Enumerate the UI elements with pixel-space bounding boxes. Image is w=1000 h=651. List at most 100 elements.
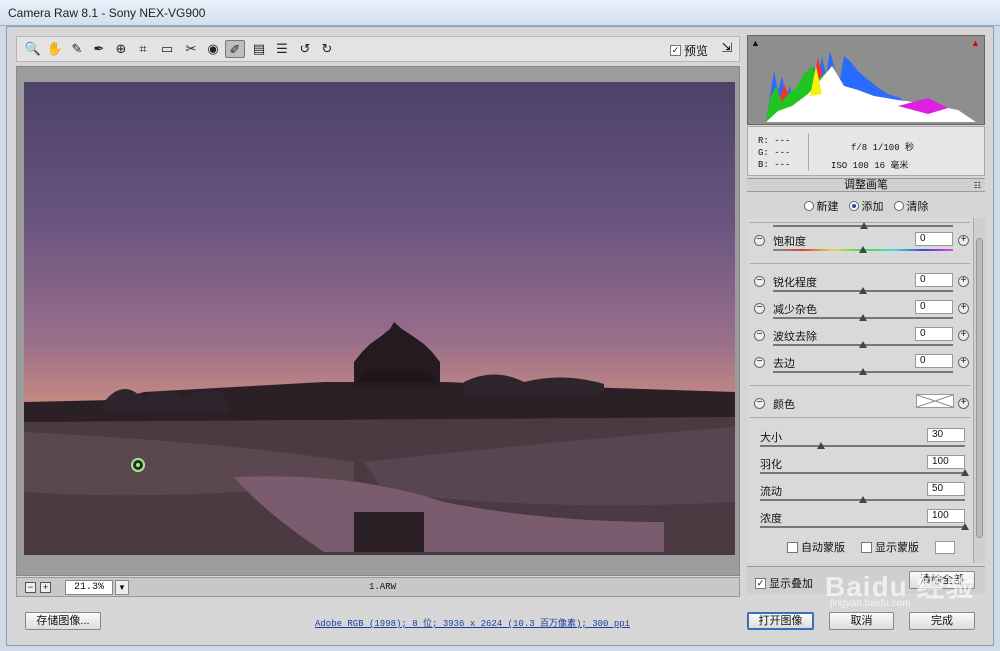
image-preview-panel[interactable] bbox=[16, 66, 740, 576]
open-image-button[interactable]: 打开图像 bbox=[747, 612, 814, 630]
noise-knob[interactable] bbox=[859, 314, 867, 321]
defringe-row: − 去边 0 + bbox=[752, 354, 970, 378]
defringe-minus-button[interactable]: − bbox=[754, 357, 765, 368]
hand-tool-icon[interactable]: ✋ bbox=[45, 40, 65, 58]
moire-plus-button[interactable]: + bbox=[958, 330, 969, 341]
graduated-filter-icon[interactable]: ▤ bbox=[249, 40, 269, 58]
sharpness-row: − 锐化程度 0 + bbox=[752, 273, 970, 297]
brush-size-value[interactable]: 30 bbox=[927, 428, 965, 442]
show-mask-toggle[interactable]: 显示蒙版 bbox=[861, 539, 919, 555]
feather-value[interactable]: 100 bbox=[927, 455, 965, 469]
density-knob[interactable] bbox=[961, 523, 969, 530]
noise-value[interactable]: 0 bbox=[915, 300, 953, 314]
flow-value[interactable]: 50 bbox=[927, 482, 965, 496]
defringe-plus-button[interactable]: + bbox=[958, 357, 969, 368]
zoom-tool-icon[interactable]: 🔍 bbox=[23, 40, 43, 58]
window-titlebar: Camera Raw 8.1 - Sony NEX-VG900 bbox=[0, 0, 1000, 26]
zoom-dropdown-icon[interactable]: ▼ bbox=[115, 580, 129, 595]
defringe-value[interactable]: 0 bbox=[915, 354, 953, 368]
zoom-in-button[interactable]: + bbox=[40, 582, 51, 593]
mode-erase[interactable]: 清除 bbox=[893, 196, 929, 216]
cancel-button[interactable]: 取消 bbox=[829, 612, 894, 630]
red-eye-icon[interactable]: ◉ bbox=[203, 40, 223, 58]
radial-filter-icon[interactable]: ☰ bbox=[272, 40, 292, 58]
color-swatch[interactable] bbox=[916, 394, 954, 408]
color-minus-button[interactable]: − bbox=[754, 398, 765, 409]
color-sampler-icon[interactable]: ✒ bbox=[89, 40, 109, 58]
auto-mask-checkbox[interactable] bbox=[787, 541, 798, 553]
saturation-value[interactable]: 0 bbox=[915, 232, 953, 246]
mode-new-radio[interactable] bbox=[803, 201, 814, 211]
saturation-label: 饱和度 bbox=[773, 236, 806, 248]
preview-checkbox[interactable]: ✓ bbox=[670, 45, 681, 56]
watermark-url: jingyan.baidu.com bbox=[830, 598, 911, 609]
density-value[interactable]: 100 bbox=[927, 509, 965, 523]
white-balance-icon[interactable]: ✎ bbox=[67, 40, 87, 58]
saturation-plus-button[interactable]: + bbox=[958, 235, 969, 246]
mask-color-swatch[interactable] bbox=[935, 540, 955, 554]
panel-menu-icon[interactable]: ☷ bbox=[974, 180, 981, 192]
sharpness-minus-button[interactable]: − bbox=[754, 276, 765, 287]
brush-size-knob[interactable] bbox=[817, 442, 825, 449]
crop-tool-icon[interactable]: ⌗ bbox=[133, 40, 153, 58]
feather-knob[interactable] bbox=[961, 469, 969, 476]
preview-toggle[interactable]: ✓ 预览 bbox=[670, 42, 708, 59]
exif-aperture-shutter: f/8 1/100 秒 bbox=[851, 143, 915, 153]
saturation-minus-button[interactable]: − bbox=[754, 235, 765, 246]
panel-scrollbar[interactable] bbox=[973, 218, 985, 563]
sharpness-knob[interactable] bbox=[859, 287, 867, 294]
divider bbox=[750, 263, 970, 264]
save-image-button[interactable]: 存储图像... bbox=[25, 612, 101, 630]
show-overlay-toggle[interactable]: ✓ 显示叠加 bbox=[755, 575, 813, 591]
sharpness-plus-button[interactable]: + bbox=[958, 276, 969, 287]
spot-removal-icon[interactable]: ✂ bbox=[181, 40, 201, 58]
adjustment-params: − 饱和度 0 + − 锐化程度 0 + − 减少杂色 0 + − 波纹去除 0… bbox=[747, 218, 985, 563]
adjustment-brush-icon[interactable]: ✐ bbox=[225, 40, 245, 58]
rotate-left-icon[interactable]: ↺ bbox=[295, 40, 315, 58]
moire-knob[interactable] bbox=[859, 341, 867, 348]
saturation-row: − 饱和度 0 + bbox=[752, 232, 970, 256]
zoom-out-button[interactable]: − bbox=[25, 582, 36, 593]
mode-add-radio[interactable] bbox=[848, 201, 859, 211]
divider bbox=[750, 417, 970, 418]
saturation-knob[interactable] bbox=[859, 246, 867, 253]
show-overlay-checkbox[interactable]: ✓ bbox=[755, 577, 766, 589]
defringe-label: 去边 bbox=[773, 358, 795, 370]
rotate-right-icon[interactable]: ↻ bbox=[317, 40, 337, 58]
noise-plus-button[interactable]: + bbox=[958, 303, 969, 314]
feather-track[interactable] bbox=[760, 472, 965, 474]
image-status-bar: − + 21.3% ▼ 1.ARW bbox=[16, 577, 740, 597]
shadow-clipping-icon[interactable]: ▲ bbox=[751, 38, 760, 48]
fullscreen-icon[interactable]: ⇲ bbox=[717, 40, 737, 58]
auto-mask-toggle[interactable]: 自动蒙版 bbox=[787, 539, 845, 555]
mask-options: 自动蒙版 显示蒙版 bbox=[787, 539, 955, 555]
scrollbar-thumb[interactable] bbox=[976, 238, 983, 538]
info-panel: R: --- G: --- B: --- f/8 1/100 秒 ISO 100… bbox=[747, 126, 985, 176]
done-button[interactable]: 完成 bbox=[909, 612, 975, 630]
workflow-options-link[interactable]: Adobe RGB (1998); 8 位; 3936 x 2624 (10.3… bbox=[315, 616, 630, 629]
density-row: 浓度 100 bbox=[752, 509, 970, 533]
mode-new[interactable]: 新建 bbox=[803, 196, 839, 216]
density-track[interactable] bbox=[760, 526, 965, 528]
target-adjust-icon[interactable]: ⊕ bbox=[111, 40, 131, 58]
moire-minus-button[interactable]: − bbox=[754, 330, 765, 341]
histogram bbox=[747, 35, 985, 125]
noise-minus-button[interactable]: − bbox=[754, 303, 765, 314]
info-g: G: --- bbox=[758, 148, 791, 158]
moire-value[interactable]: 0 bbox=[915, 327, 953, 341]
photo-preview[interactable] bbox=[24, 82, 735, 555]
highlight-clipping-icon[interactable]: ▲ bbox=[971, 38, 980, 48]
preview-label: 预览 bbox=[684, 44, 709, 58]
straighten-tool-icon[interactable]: ▭ bbox=[157, 40, 177, 58]
mode-add[interactable]: 添加 bbox=[848, 196, 884, 216]
defringe-knob[interactable] bbox=[859, 368, 867, 375]
file-name: 1.ARW bbox=[369, 582, 397, 592]
zoom-level-input[interactable]: 21.3% bbox=[65, 580, 113, 595]
mode-erase-radio[interactable] bbox=[893, 201, 904, 211]
flow-knob[interactable] bbox=[859, 496, 867, 503]
brush-mode-group: 新建 添加 清除 bbox=[747, 196, 985, 216]
sharpness-value[interactable]: 0 bbox=[915, 273, 953, 287]
show-mask-checkbox[interactable] bbox=[861, 541, 872, 553]
brush-size-track[interactable] bbox=[760, 445, 965, 447]
color-plus-button[interactable]: + bbox=[958, 398, 969, 409]
